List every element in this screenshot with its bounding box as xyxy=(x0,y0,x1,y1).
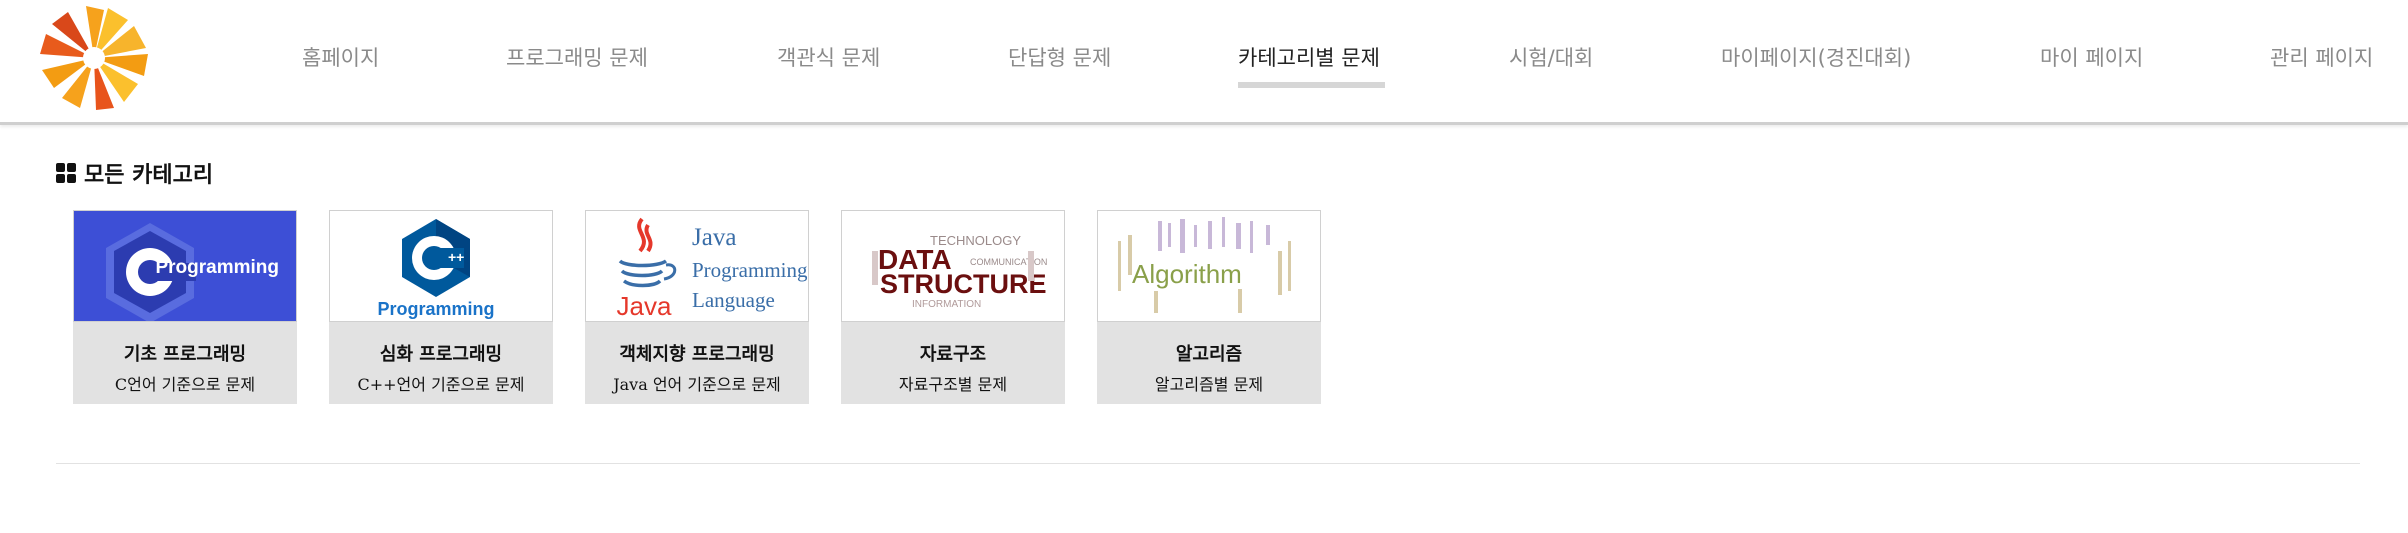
card-title: 심화 프로그래밍 xyxy=(379,344,503,365)
card-title: 자료구조 xyxy=(919,344,987,365)
svg-text:Java: Java xyxy=(617,291,672,321)
content-divider xyxy=(56,463,2360,464)
card-description: 알고리즘별 문제 xyxy=(1154,375,1264,394)
nav-item-category-problems[interactable]: 카테고리별 문제 xyxy=(1238,44,1380,72)
nav-item-exam-contest[interactable]: 시험/대회 xyxy=(1509,44,1593,72)
category-card-oop[interactable]: Java Java Programming Language 객체지향 프로그래… xyxy=(585,210,809,404)
svg-text:Programming: Programming xyxy=(692,258,808,282)
c-programming-logo-icon: Programming xyxy=(74,211,296,321)
site-logo[interactable] xyxy=(38,4,152,112)
svg-text:Programming: Programming xyxy=(377,299,494,319)
svg-text:Language: Language xyxy=(692,288,775,312)
card-description: C언어 기준으로 문제 xyxy=(114,375,256,394)
card-description: C++언어 기준으로 문제 xyxy=(357,375,525,394)
algorithm-wordcloud-icon: Algorithm xyxy=(1098,211,1320,321)
svg-text:Algorithm: Algorithm xyxy=(1132,259,1242,289)
grid-icon xyxy=(56,163,76,183)
card-title: 기초 프로그래밍 xyxy=(123,344,247,365)
card-title: 객체지향 프로그래밍 xyxy=(619,344,775,365)
card-description: 자료구조별 문제 xyxy=(898,375,1008,394)
category-card-data-structure[interactable]: TECHNOLOGY DATA COMMUNICATION STRUCTURE … xyxy=(841,210,1065,404)
svg-text:Java: Java xyxy=(692,224,736,251)
nav-item-home[interactable]: 홈페이지 xyxy=(302,44,379,72)
nav-item-mypage-contest[interactable]: 마이페이지(경진대회) xyxy=(1721,44,1911,72)
cpp-programming-logo-icon: ++ Programming xyxy=(330,211,552,321)
nav-item-my-page[interactable]: 마이 페이지 xyxy=(2040,44,2143,72)
data-structure-wordcloud-icon: TECHNOLOGY DATA COMMUNICATION STRUCTURE … xyxy=(842,211,1064,321)
card-title: 알고리즘 xyxy=(1175,344,1243,365)
section-title: 모든 카테고리 xyxy=(56,157,213,189)
svg-text:Programming: Programming xyxy=(155,257,279,278)
java-logo-icon: Java Java Programming Language xyxy=(586,211,808,321)
category-card-algorithm[interactable]: Algorithm 알고리즘 알고리즘별 문제 xyxy=(1097,210,1321,404)
section-title-text: 모든 카테고리 xyxy=(84,163,214,188)
svg-text:STRUCTURE: STRUCTURE xyxy=(880,269,1047,299)
svg-text:INFORMATION: INFORMATION xyxy=(912,299,981,310)
active-tab-indicator xyxy=(1238,82,1385,88)
svg-text:++: ++ xyxy=(448,249,464,265)
cpp-programming-thumbnail: ++ Programming xyxy=(329,210,553,322)
category-card-basic-programming[interactable]: Programming 기초 프로그래밍 C언어 기준으로 문제 xyxy=(73,210,297,404)
algorithm-thumbnail: Algorithm xyxy=(1097,210,1321,322)
c-programming-thumbnail: Programming xyxy=(73,210,297,322)
svg-text:COMMUNICATION: COMMUNICATION xyxy=(970,257,1047,267)
nav-item-programming-problems[interactable]: 프로그래밍 문제 xyxy=(506,44,648,72)
nav-item-admin-page[interactable]: 관리 페이지 xyxy=(2270,44,2373,72)
card-description: Java 언어 기준으로 문제 xyxy=(613,375,781,394)
top-navigation-bar: 홈페이지 프로그래밍 문제 객관식 문제 단답형 문제 카테고리별 문제 시험/… xyxy=(0,0,2408,125)
data-structure-thumbnail: TECHNOLOGY DATA COMMUNICATION STRUCTURE … xyxy=(841,210,1065,322)
nav-item-multiple-choice[interactable]: 객관식 문제 xyxy=(777,44,880,72)
java-thumbnail: Java Java Programming Language xyxy=(585,210,809,322)
category-card-advanced-programming[interactable]: ++ Programming 심화 프로그래밍 C++언어 기준으로 문제 xyxy=(329,210,553,404)
nav-item-short-answer[interactable]: 단답형 문제 xyxy=(1008,44,1111,72)
